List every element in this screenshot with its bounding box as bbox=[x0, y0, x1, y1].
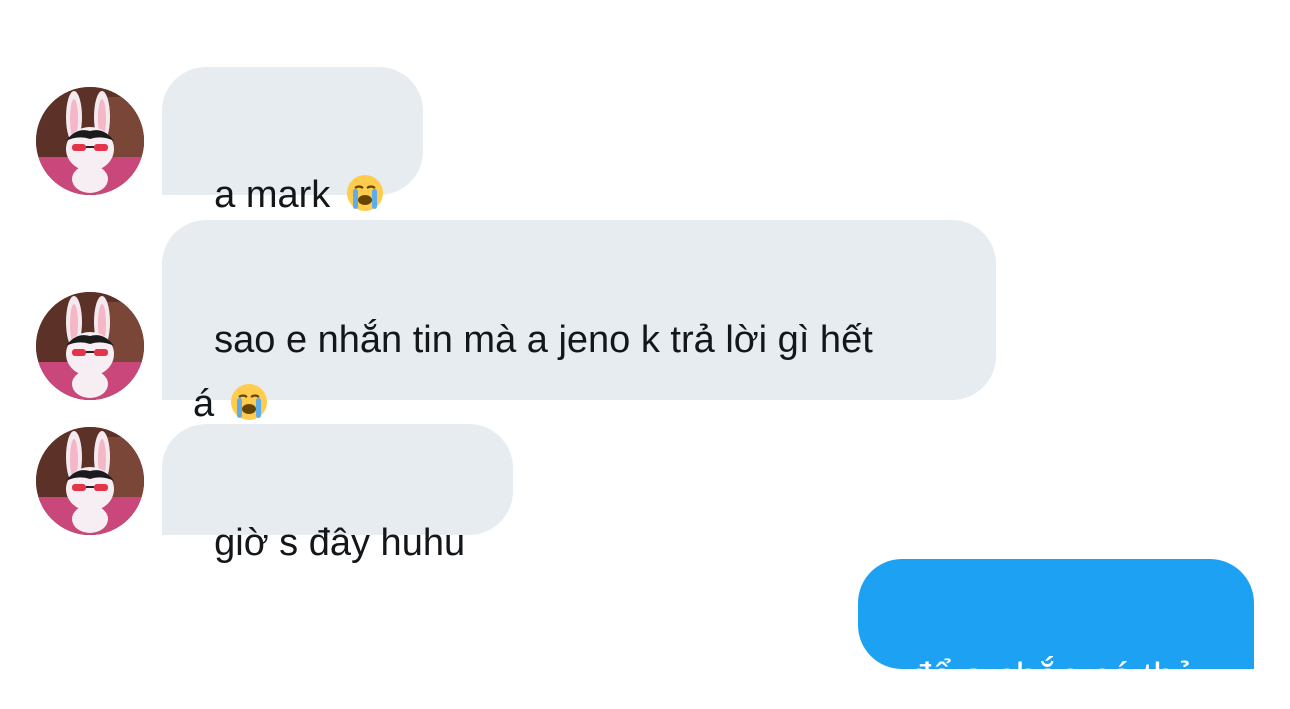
avatar[interactable] bbox=[36, 292, 144, 400]
bunny-avatar-icon bbox=[36, 292, 144, 400]
message-text: để a nhắn nó thử bbox=[910, 656, 1200, 698]
avatar[interactable] bbox=[36, 427, 144, 535]
message-bubble[interactable]: giờ s đây huhu bbox=[162, 424, 513, 564]
message-text: giờ s đây huhu bbox=[214, 522, 466, 564]
loudly-crying-face-icon bbox=[229, 378, 269, 420]
message-bubble-outgoing[interactable]: để a nhắn nó thử bbox=[858, 559, 1254, 698]
avatar[interactable] bbox=[36, 87, 144, 195]
message-text: sao e nhắn tin mà a jeno k trả lời gì hế… bbox=[193, 319, 873, 425]
message-bubble[interactable]: a mark bbox=[162, 67, 423, 216]
loudly-crying-face-icon bbox=[345, 169, 385, 211]
message-bubble[interactable]: sao e nhắn tin mà a jeno k trả lời gì hế… bbox=[162, 220, 996, 425]
bunny-avatar-icon bbox=[36, 427, 144, 535]
bunny-avatar-icon bbox=[36, 87, 144, 195]
message-text: a mark bbox=[214, 174, 341, 216]
